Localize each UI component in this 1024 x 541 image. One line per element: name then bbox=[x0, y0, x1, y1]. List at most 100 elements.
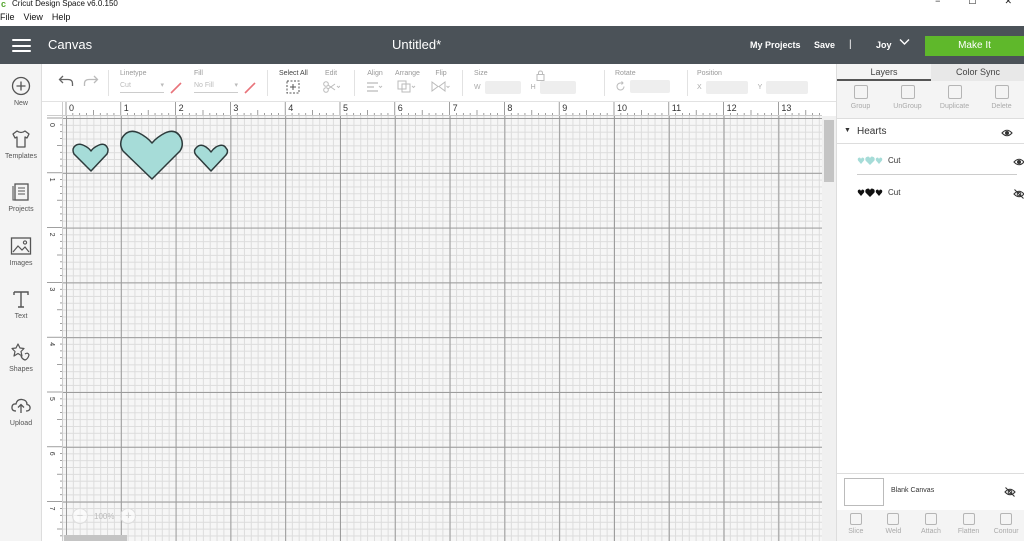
fill-color-icon[interactable] bbox=[244, 82, 256, 96]
blank-canvas-swatch[interactable] bbox=[844, 478, 884, 506]
scissors-icon bbox=[323, 81, 341, 93]
linetype-color-icon[interactable] bbox=[170, 82, 182, 96]
contour-button[interactable]: Contour bbox=[987, 510, 1024, 541]
fill-control[interactable]: Fill No Fill bbox=[194, 70, 238, 93]
slice-button[interactable]: Slice bbox=[837, 510, 875, 541]
menu-help[interactable]: Help bbox=[52, 12, 71, 25]
size-label: Size bbox=[474, 70, 488, 77]
chevron-down-icon[interactable] bbox=[899, 37, 910, 49]
ruler-label: 11 bbox=[672, 103, 681, 113]
height-input[interactable] bbox=[539, 81, 576, 94]
sidebar-item-new[interactable]: New bbox=[0, 76, 42, 107]
duplicate-button[interactable]: Duplicate bbox=[931, 81, 978, 118]
ruler-label: 12 bbox=[727, 103, 737, 113]
redo-icon[interactable] bbox=[83, 75, 99, 89]
zoom-out-button[interactable]: − bbox=[72, 508, 88, 524]
undo-icon[interactable] bbox=[58, 75, 74, 89]
width-input[interactable] bbox=[484, 81, 521, 94]
eye-icon[interactable] bbox=[1013, 156, 1024, 168]
layer-thumbnail bbox=[857, 188, 883, 197]
horizontal-ruler-ticks: 0 1 2 3 4 5 6 7 8 9 10 11 12 13 bbox=[65, 102, 820, 115]
sidebar-item-templates[interactable]: Templates bbox=[0, 129, 42, 160]
tshirt-icon bbox=[12, 130, 30, 148]
sidebar-item-projects[interactable]: Projects bbox=[0, 182, 42, 213]
y-input[interactable] bbox=[766, 81, 809, 94]
align-button[interactable]: Align bbox=[366, 70, 384, 95]
sidebar-item-images[interactable]: Images bbox=[0, 236, 42, 267]
size-control: Size W H bbox=[474, 70, 594, 94]
layer-tools: Group UnGroup Duplicate Delete bbox=[837, 81, 1024, 119]
attach-button[interactable]: Attach bbox=[912, 510, 950, 541]
paperclip-icon bbox=[924, 513, 937, 525]
projects-icon bbox=[12, 183, 29, 201]
scrollbar-thumb[interactable] bbox=[824, 120, 834, 182]
ungroup-button[interactable]: UnGroup bbox=[884, 81, 931, 118]
flatten-button[interactable]: Flatten bbox=[950, 510, 988, 541]
select-all-icon bbox=[286, 80, 300, 94]
design-canvas[interactable] bbox=[63, 116, 822, 541]
x-input[interactable] bbox=[705, 81, 748, 94]
linetype-dropdown[interactable]: Cut bbox=[120, 80, 164, 93]
ruler-label: 7 bbox=[453, 103, 458, 113]
layer-item[interactable]: Cut bbox=[857, 177, 1024, 207]
user-menu[interactable]: Joy bbox=[876, 40, 892, 50]
sidebar-item-label: Templates bbox=[5, 153, 37, 160]
arrange-button[interactable]: Arrange bbox=[395, 70, 420, 95]
delete-button[interactable]: Delete bbox=[978, 81, 1024, 118]
heart-small-right[interactable] bbox=[193, 144, 229, 172]
edit-label: Edit bbox=[324, 70, 338, 77]
save-link[interactable]: Save bbox=[814, 40, 835, 50]
layer-group-hearts[interactable]: ▼ Hearts bbox=[837, 124, 1024, 141]
tab-color-sync[interactable]: Color Sync bbox=[931, 64, 1024, 81]
tab-layers[interactable]: Layers bbox=[837, 64, 931, 81]
layer-name: Cut bbox=[888, 156, 901, 165]
linetype-control[interactable]: Linetype Cut bbox=[120, 70, 164, 93]
make-it-button[interactable]: Make It bbox=[925, 36, 1024, 56]
lock-icon[interactable] bbox=[536, 70, 545, 83]
rotate-control: Rotate bbox=[615, 70, 685, 93]
heart-large[interactable] bbox=[119, 130, 184, 180]
menu-view[interactable]: View bbox=[24, 12, 43, 25]
sidebar-item-shapes[interactable]: Shapes bbox=[0, 342, 42, 373]
select-all-label: Select All bbox=[279, 70, 308, 77]
weld-button[interactable]: Weld bbox=[875, 510, 913, 541]
close-icon[interactable]: ✕ bbox=[1004, 0, 1012, 6]
horizontal-scrollbar-thumb[interactable] bbox=[64, 535, 127, 541]
menu-file[interactable]: File bbox=[0, 12, 15, 25]
flip-label: Flip bbox=[435, 70, 447, 77]
edit-button[interactable]: Edit bbox=[322, 70, 341, 96]
ruler-corner bbox=[47, 102, 63, 116]
heart-small-left[interactable] bbox=[72, 143, 109, 172]
select-all-button[interactable]: Select All bbox=[279, 70, 308, 96]
toolbar-divider bbox=[267, 70, 268, 96]
minimize-icon[interactable]: − bbox=[935, 0, 940, 6]
ruler-label: 9 bbox=[562, 103, 567, 113]
collapse-triangle-icon[interactable]: ▼ bbox=[844, 127, 851, 134]
sidebar-item-text[interactable]: Text bbox=[0, 289, 42, 320]
fill-dropdown[interactable]: No Fill bbox=[194, 80, 238, 93]
image-icon bbox=[10, 237, 32, 255]
hamburger-menu-icon[interactable] bbox=[12, 39, 31, 52]
app-header: Canvas Untitled* My Projects Save | Joy … bbox=[0, 26, 1024, 64]
toolbar-divider bbox=[354, 70, 355, 96]
ruler-label: 5 bbox=[343, 103, 348, 113]
group-button[interactable]: Group bbox=[837, 81, 884, 118]
eye-icon[interactable] bbox=[1001, 127, 1013, 139]
trash-icon bbox=[994, 85, 1009, 99]
ruler-label: 6 bbox=[48, 452, 55, 456]
eye-hidden-icon[interactable] bbox=[1004, 486, 1016, 498]
sidebar-item-upload[interactable]: Upload bbox=[0, 396, 42, 427]
horizontal-ruler: 0 1 2 3 4 5 6 7 8 9 10 11 12 13 bbox=[63, 102, 822, 116]
cricut-logo-icon: c bbox=[1, 0, 7, 9]
flip-button[interactable]: Flip bbox=[431, 70, 451, 95]
window-controls: − ☐ ✕ bbox=[935, 0, 1024, 6]
zoom-in-button[interactable]: + bbox=[120, 508, 137, 524]
ruler-label: 2 bbox=[48, 233, 55, 237]
layer-item[interactable]: Cut bbox=[857, 145, 1024, 175]
maximize-icon[interactable]: ☐ bbox=[968, 0, 976, 6]
rotate-input[interactable] bbox=[630, 80, 670, 93]
eye-hidden-icon[interactable] bbox=[1013, 188, 1024, 200]
arrange-icon bbox=[397, 80, 416, 93]
vertical-scrollbar[interactable] bbox=[822, 116, 836, 541]
my-projects-link[interactable]: My Projects bbox=[750, 40, 801, 50]
